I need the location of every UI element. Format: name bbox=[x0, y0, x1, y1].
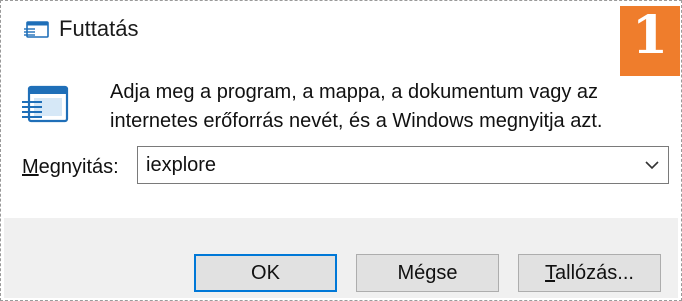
title-bar: Futtatás bbox=[4, 4, 678, 52]
browse-label-text: allózás... bbox=[555, 262, 634, 284]
dialog-description: Adja meg a program, a mappa, a dokumentu… bbox=[110, 78, 630, 136]
browse-button[interactable]: Tallózás... bbox=[518, 254, 661, 292]
step-number-badge: 1 bbox=[620, 6, 680, 76]
description-line-2: internetes erőforrás nevét, és a Windows… bbox=[110, 110, 603, 132]
run-dialog-icon bbox=[24, 20, 50, 40]
window-title: Futtatás bbox=[59, 16, 139, 41]
open-label-text: egnyitás: bbox=[38, 156, 119, 178]
description-line-1: Adja meg a program, a mappa, a dokumentu… bbox=[110, 81, 599, 103]
open-field-label: Megnyitás: bbox=[22, 154, 119, 180]
ok-button[interactable]: OK bbox=[194, 254, 337, 292]
open-input-value[interactable]: iexplore bbox=[146, 152, 216, 178]
open-combobox[interactable]: iexplore bbox=[137, 146, 669, 184]
chevron-down-icon[interactable] bbox=[642, 155, 662, 175]
run-dialog-icon bbox=[22, 84, 70, 128]
cancel-button[interactable]: Mégse bbox=[356, 254, 499, 292]
open-label-accelerator: M bbox=[22, 156, 39, 178]
browse-label-accelerator: T bbox=[545, 262, 556, 284]
